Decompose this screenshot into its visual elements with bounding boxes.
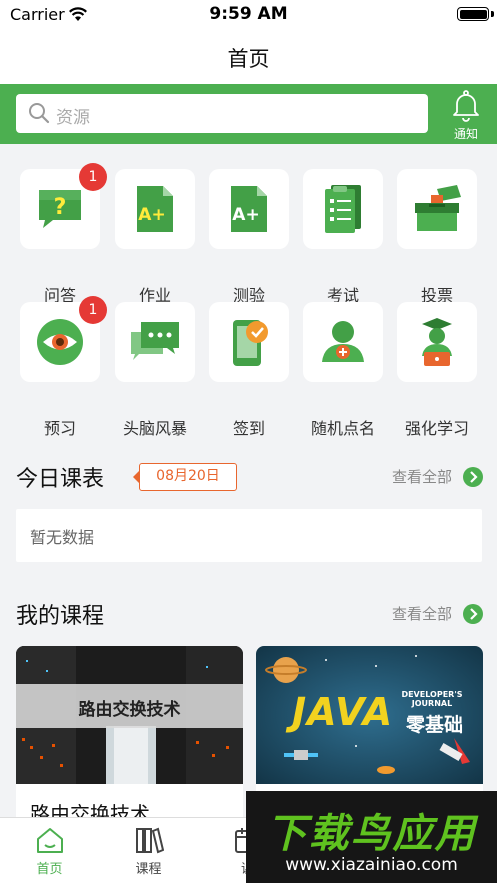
tab-label: 首页 bbox=[36, 862, 63, 877]
random-call-icon bbox=[322, 321, 364, 362]
notification-label: 通知 bbox=[453, 127, 478, 141]
homework-icon: A+ bbox=[137, 186, 173, 232]
feature-label: 随机点名 bbox=[310, 419, 375, 438]
quiz-icon: A+ bbox=[231, 186, 267, 232]
schedule-view-all[interactable]: 查看全部 bbox=[392, 466, 452, 487]
schedule-empty-panel: 暂无数据 bbox=[16, 509, 482, 562]
clock: 9:59 AM bbox=[209, 4, 288, 24]
feature-vote[interactable]: 投票 bbox=[397, 169, 477, 305]
feature-label: 签到 bbox=[232, 419, 265, 438]
feature-preview[interactable]: 1 预习 bbox=[20, 296, 107, 438]
chevron-right-icon bbox=[470, 608, 478, 620]
watermark-url: www.xiazainiao.com bbox=[285, 855, 458, 875]
svg-text:A+: A+ bbox=[232, 205, 259, 225]
feature-brainstorm[interactable]: 头脑风暴 bbox=[115, 302, 195, 438]
chevron-right-icon bbox=[470, 471, 478, 483]
tab-home[interactable]: 首页 bbox=[0, 818, 99, 883]
empty-text: 暂无数据 bbox=[30, 528, 95, 547]
home-content: ? 1 问答 A+ 作业 A+ 测验 考试 投票 1 预习 头脑风暴 签到 随机… bbox=[0, 144, 497, 817]
battery-tip bbox=[491, 11, 494, 17]
home-icon bbox=[37, 828, 63, 853]
java-logo-text: JAVA bbox=[292, 690, 394, 734]
svg-text:A+: A+ bbox=[138, 205, 165, 225]
checkin-phone-icon bbox=[233, 320, 268, 366]
journal-text: DEVELOPER'S JOURNAL bbox=[401, 690, 463, 708]
study-icon bbox=[422, 318, 452, 366]
preview-eye-icon bbox=[37, 319, 83, 365]
tab-courses[interactable]: 课程 bbox=[99, 818, 198, 883]
qa-icon: ? bbox=[39, 190, 81, 228]
feature-study[interactable]: 强化学习 bbox=[397, 302, 477, 438]
bell-icon bbox=[453, 90, 479, 122]
schedule-view-all-arrow[interactable] bbox=[463, 467, 483, 487]
preview-badge: 1 bbox=[79, 296, 107, 324]
search-icon bbox=[29, 103, 50, 124]
status-bar: Carrier 9:59 AM bbox=[0, 0, 497, 30]
search-bar: 资源 通知 bbox=[0, 84, 497, 144]
navbar: 首页 bbox=[0, 30, 497, 84]
search-input[interactable]: 资源 bbox=[16, 94, 428, 133]
course-name: 路由交换技术 bbox=[30, 802, 150, 817]
watermark-overlay: 下载鸟应用 www.xiazainiao.com bbox=[246, 791, 497, 883]
feature-random-call[interactable]: 随机点名 bbox=[303, 302, 383, 438]
zero-basis-text: 零基础 bbox=[406, 714, 464, 736]
my-courses-title: 我的课程 bbox=[16, 604, 105, 629]
feature-exam[interactable]: 考试 bbox=[303, 169, 383, 305]
courses-view-all-arrow[interactable] bbox=[463, 604, 483, 624]
date-tag: 08月20日 bbox=[139, 463, 237, 491]
today-schedule-title: 今日课表 bbox=[16, 467, 105, 492]
brainstorm-icon bbox=[131, 322, 179, 360]
svg-text:?: ? bbox=[54, 195, 67, 220]
battery-icon bbox=[457, 7, 489, 21]
feature-label: 预习 bbox=[43, 419, 76, 438]
feature-label: 头脑风暴 bbox=[122, 419, 187, 438]
course-card-routing[interactable]: 路由交换技术 路由交换技术 bbox=[16, 646, 243, 817]
watermark-title: 下载鸟应用 bbox=[266, 811, 477, 857]
tab-label: 课程 bbox=[135, 862, 162, 877]
courses-view-all[interactable]: 查看全部 bbox=[392, 603, 452, 624]
feature-homework[interactable]: A+ 作业 bbox=[115, 169, 195, 305]
vote-icon bbox=[415, 185, 461, 231]
feature-label: 强化学习 bbox=[404, 419, 469, 438]
books-icon bbox=[136, 827, 164, 854]
page-title: 首页 bbox=[227, 47, 270, 71]
notification-button[interactable]: 通知 bbox=[444, 88, 488, 141]
course-cover-text: 路由交换技术 bbox=[78, 700, 181, 720]
feature-quiz[interactable]: A+ 测验 bbox=[209, 169, 289, 305]
qa-badge: 1 bbox=[79, 163, 107, 191]
feature-checkin[interactable]: 签到 bbox=[209, 302, 289, 438]
exam-icon bbox=[325, 185, 361, 233]
search-placeholder: 资源 bbox=[56, 108, 90, 128]
feature-qa[interactable]: ? 1 问答 bbox=[20, 163, 107, 305]
